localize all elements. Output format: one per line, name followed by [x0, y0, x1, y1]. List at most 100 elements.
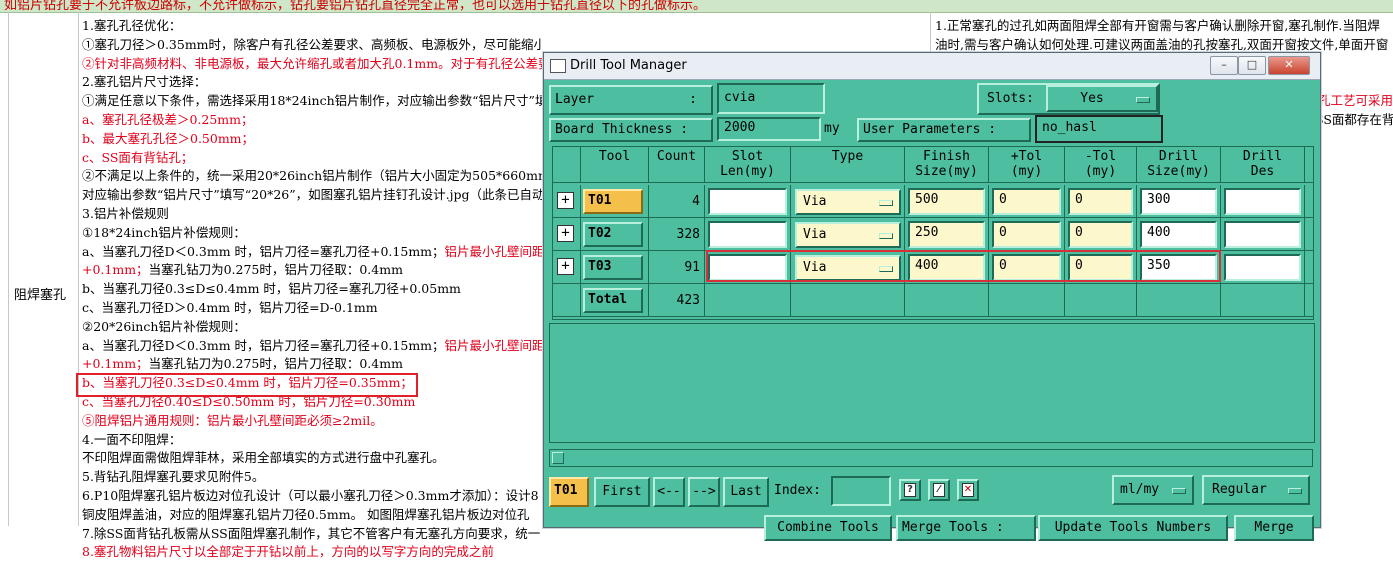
grid-line [8, 12, 9, 526]
text-segment: +0.1mm； [82, 356, 149, 372]
tool-button[interactable]: T02 [583, 222, 643, 247]
total-button[interactable]: Total [583, 288, 643, 313]
finish-field[interactable]: 250 [908, 221, 985, 248]
drill-field[interactable]: 300 [1140, 188, 1217, 215]
edit-icon-button[interactable]: ⁄ [928, 479, 950, 501]
scroll-thumb[interactable] [552, 452, 564, 464]
row-label-cell[interactable]: 阻焊塞孔 [14, 284, 66, 303]
text-line: ①18*24inch铝片补偿规则： [82, 224, 246, 240]
text-line: ②不满足以上条件的，统一采用20*26inch铝片制作（铝片大小固定为505*6… [82, 168, 542, 184]
column-header[interactable]: Finish Size(my) [905, 147, 989, 183]
table-cell [1065, 284, 1137, 317]
slot-field[interactable] [708, 188, 787, 215]
current-tool-indicator: T01 [549, 477, 589, 507]
minimize-button[interactable]: – [1210, 56, 1238, 75]
type-value: Via [803, 227, 827, 242]
des-field[interactable] [1224, 254, 1301, 281]
first-button[interactable]: First [594, 477, 650, 507]
table-cell: T03 [581, 251, 649, 284]
text-line: b、当塞孔刀径0.3≤D≤0.4mm 时，铝片刀径=塞孔刀径+0.05mm [82, 281, 461, 297]
table-cell: 250 [905, 218, 989, 251]
grid-line [78, 12, 79, 526]
horizontal-scrollbar[interactable] [549, 449, 1313, 467]
ntol-field[interactable]: 0 [1068, 221, 1133, 248]
slot-field[interactable] [708, 221, 787, 248]
close-button[interactable]: ✕ [1268, 56, 1310, 75]
type-select[interactable]: Via [795, 189, 901, 215]
column-header[interactable]: Count [649, 147, 705, 183]
expand-icon[interactable]: + [557, 258, 574, 275]
tool-value: T01 [588, 193, 612, 208]
expand-icon[interactable]: + [557, 225, 574, 242]
ptol-field[interactable]: 0 [992, 221, 1061, 248]
units-select[interactable]: ml/my [1112, 475, 1194, 505]
highlight-box [706, 250, 1221, 282]
text-line: a、塞孔孔径极差＞0.25mm； [82, 111, 254, 127]
highlight-box [76, 373, 418, 397]
column-header[interactable]: Drill Size(my) [1137, 147, 1221, 183]
drill-field[interactable]: 400 [1140, 221, 1217, 248]
text-line: 2.塞孔铝片尺寸选择： [82, 74, 207, 90]
text-segment: +0.1mm； [82, 262, 149, 278]
update-tools-numbers-button[interactable]: Update Tools Numbers [1038, 515, 1228, 541]
last-button[interactable]: Last [723, 477, 769, 507]
title-bar[interactable]: Drill Tool Manager – □ ✕ [544, 53, 1320, 80]
text-line: ①满足任意以下条件，需选择采用18*24inch铝片制作，对应输出参数“铝片尺寸… [82, 93, 542, 109]
ntol-value: 0 [1075, 192, 1083, 207]
info-icon: ? [904, 483, 916, 497]
type-select[interactable]: Via [795, 222, 901, 248]
tool-count: 328 [677, 227, 700, 242]
tool-button[interactable]: T03 [583, 255, 643, 280]
table-cell [1221, 218, 1305, 251]
des-field[interactable] [1224, 188, 1301, 215]
user-parameters-field[interactable]: no_hasl [1035, 115, 1163, 143]
mode-value: Regular [1212, 482, 1267, 497]
info-icon-button[interactable]: ? [899, 479, 921, 501]
column-header[interactable]: -Tol (my) [1065, 147, 1137, 183]
ptol-field[interactable]: 0 [992, 188, 1061, 215]
table-cell [1305, 251, 1313, 284]
finish-field[interactable]: 500 [908, 188, 985, 215]
tool-button[interactable]: T01 [583, 189, 643, 214]
expand-icon[interactable]: + [557, 192, 574, 209]
mode-select[interactable]: Regular [1202, 475, 1310, 505]
board-thickness-field[interactable]: 2000 [717, 117, 821, 141]
count-value: 328 [676, 227, 700, 242]
text-line: 8.塞孔物料铝片尺寸以全部定于开钻以前上，方向的以写字方向的完成之前 [82, 544, 494, 560]
row-expander-cell: + [553, 185, 581, 218]
table-cell: T01 [581, 185, 649, 218]
column-header[interactable]: Drill Des [1221, 147, 1305, 183]
delete-icon: ✕ [962, 483, 974, 497]
column-header[interactable]: Type [791, 147, 905, 183]
option-menu-icon [879, 200, 893, 206]
delete-icon-button[interactable]: ✕ [957, 479, 979, 501]
type-value: Via [803, 194, 827, 209]
layer-field[interactable]: cvia [717, 83, 825, 114]
column-header[interactable]: +Tol (my) [989, 147, 1065, 183]
drill-value: 400 [1147, 225, 1171, 240]
index-field[interactable] [831, 476, 891, 506]
rules-cell-text[interactable]: 1.塞孔孔径优化： ①塞孔刀径＞0.35mm时，除客户有孔径公差要求、高频板、电源… [82, 17, 542, 562]
column-header[interactable]: Tool [581, 147, 649, 183]
option-menu-icon [1136, 96, 1150, 103]
combine-tools-button[interactable]: Combine Tools [764, 515, 892, 541]
slots-select[interactable]: Yes [1046, 85, 1158, 112]
maximize-button[interactable]: □ [1238, 56, 1266, 75]
tool-value: T03 [588, 259, 612, 274]
sheet-top-row: 如铝片钻孔要于不允许板边路标，不允许做标示，钻孔要铝片钻孔直径完全正常，也可以选… [0, 0, 1393, 13]
ptol-value: 0 [999, 225, 1007, 240]
column-header[interactable] [1305, 147, 1313, 183]
sheet-top-text: 如铝片钻孔要于不允许板边路标，不允许做标示，钻孔要铝片钻孔直径完全正常，也可以选… [4, 0, 707, 13]
des-field[interactable] [1224, 221, 1301, 248]
column-header[interactable]: Slot Len(my) [705, 147, 791, 183]
index-label: Index: [774, 483, 821, 498]
prev-button[interactable]: <-- [653, 477, 685, 507]
option-menu-icon [879, 233, 893, 239]
drill-value: 300 [1147, 192, 1171, 207]
next-button[interactable]: --> [688, 477, 720, 507]
table-cell [1221, 185, 1305, 218]
ntol-field[interactable]: 0 [1068, 188, 1133, 215]
finish-value: 500 [915, 192, 939, 207]
merge-button[interactable]: Merge [1234, 515, 1314, 541]
text-segment: 当塞孔钻刀为0.275时，铝片刀径取：0.4mm [148, 356, 403, 372]
